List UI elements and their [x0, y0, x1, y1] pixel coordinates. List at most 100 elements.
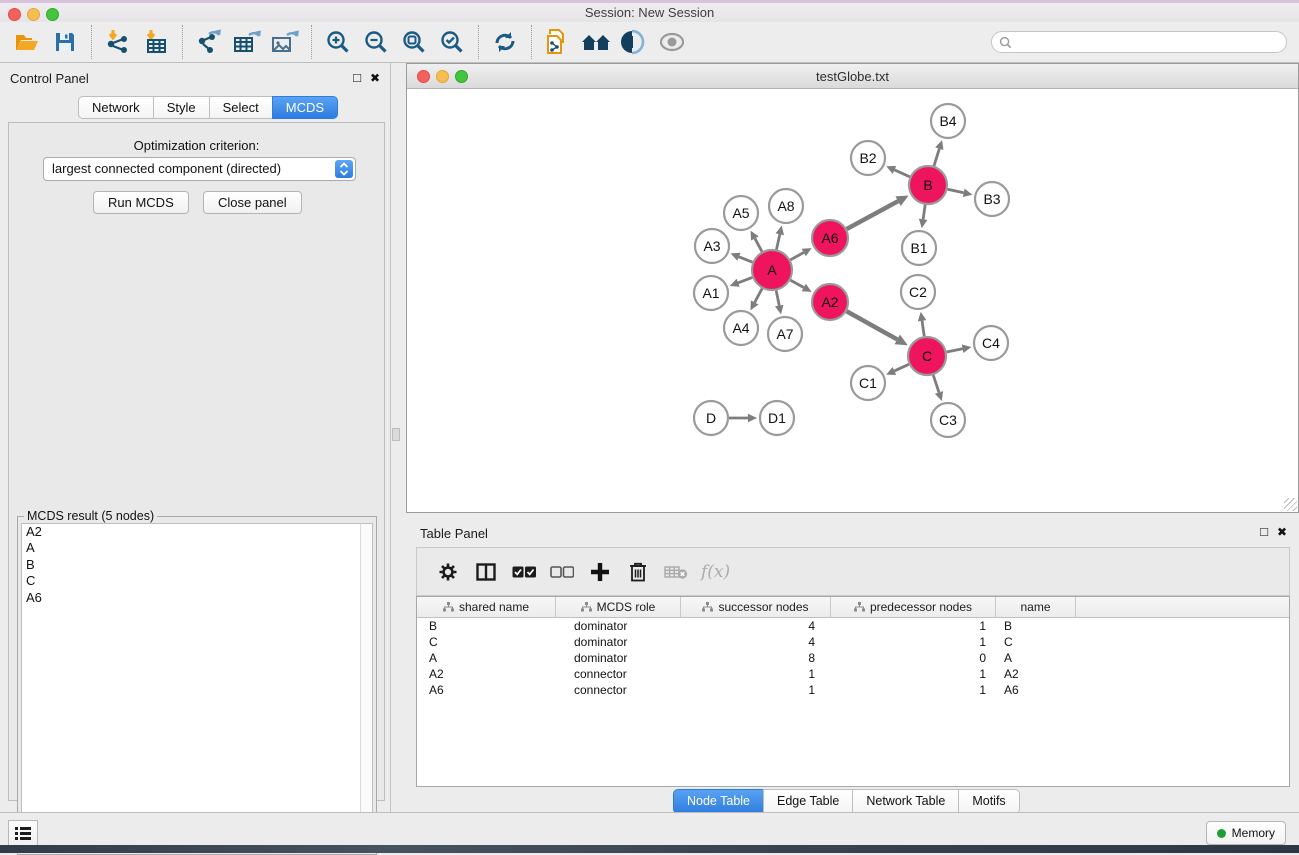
zoom-window-button[interactable]: [46, 8, 59, 21]
zoom-fit-icon[interactable]: [395, 24, 433, 60]
float-panel-icon[interactable]: ☐: [352, 72, 362, 85]
column-header-name[interactable]: name: [996, 597, 1076, 617]
mcds-result-item[interactable]: A6: [22, 590, 360, 606]
zoom-network-button[interactable]: [455, 70, 468, 83]
table-cell[interactable]: A2: [417, 666, 556, 682]
graph-edge-A2-C[interactable]: [847, 311, 898, 339]
search-field[interactable]: [991, 31, 1287, 53]
graph-edge-A-A3[interactable]: [739, 257, 753, 262]
graph-edge-A-A7[interactable]: [776, 291, 779, 306]
graph-edge-A-A1[interactable]: [738, 277, 752, 282]
zoom-selected-icon[interactable]: [433, 24, 471, 60]
table-cell[interactable]: A6: [996, 682, 1076, 698]
table-row[interactable]: Bdominator41B: [417, 618, 1289, 634]
splitter-grip[interactable]: [392, 428, 400, 441]
graph-edge-A-A8[interactable]: [776, 234, 779, 249]
table-cell[interactable]: A6: [417, 682, 556, 698]
tab-network-table[interactable]: Network Table: [852, 789, 959, 814]
table-cell[interactable]: 1: [831, 634, 996, 650]
add-column-icon[interactable]: [583, 555, 617, 589]
graph-edge-C-C4[interactable]: [947, 349, 963, 352]
table-cell[interactable]: 8: [681, 650, 831, 666]
tab-network[interactable]: Network: [78, 96, 154, 119]
graph-edge-A6-B[interactable]: [847, 201, 898, 229]
export-table-icon[interactable]: [228, 24, 266, 60]
zoom-in-icon[interactable]: [319, 24, 357, 60]
mcds-result-item[interactable]: B: [22, 557, 360, 573]
column-header-predecessor-nodes[interactable]: predecessor nodes: [831, 597, 996, 617]
table-cell[interactable]: 1: [681, 666, 831, 682]
column-header-MCDS-role[interactable]: MCDS role: [556, 597, 681, 617]
new-network-from-selection-icon[interactable]: [539, 24, 577, 60]
import-network-icon[interactable]: [99, 24, 137, 60]
table-cell[interactable]: C: [417, 634, 556, 650]
table-cell[interactable]: dominator: [556, 634, 681, 650]
tab-motifs[interactable]: Motifs: [958, 789, 1019, 814]
select-all-columns-icon[interactable]: [507, 555, 541, 589]
result-list-scrollbar[interactable]: [360, 523, 373, 851]
criterion-select[interactable]: largest connected component (directed): [43, 157, 356, 181]
table-cell[interactable]: connector: [556, 666, 681, 682]
table-cell[interactable]: A: [417, 650, 556, 666]
table-cell[interactable]: A: [996, 650, 1076, 666]
graph-edge-C-C3[interactable]: [933, 375, 939, 392]
table-cell[interactable]: 1: [831, 666, 996, 682]
tab-mcds[interactable]: MCDS: [272, 96, 338, 119]
table-row[interactable]: A6connector11A6: [417, 682, 1289, 698]
table-cell[interactable]: dominator: [556, 650, 681, 666]
search-input[interactable]: [1016, 35, 1266, 49]
memory-button[interactable]: Memory: [1206, 821, 1286, 845]
window-resize-grip[interactable]: [1284, 498, 1297, 511]
table-cell[interactable]: 1: [681, 682, 831, 698]
graph-edge-B-B4[interactable]: [934, 149, 939, 166]
apply-layout-icon[interactable]: [486, 24, 524, 60]
close-panel-icon[interactable]: ✖: [1277, 525, 1287, 539]
table-cell[interactable]: 4: [681, 634, 831, 650]
minimize-network-button[interactable]: [436, 70, 449, 83]
graph-edge-A-A5[interactable]: [755, 238, 762, 251]
run-mcds-button[interactable]: Run MCDS: [93, 191, 189, 214]
table-cell[interactable]: dominator: [556, 618, 681, 634]
graph-edge-B-B2[interactable]: [894, 170, 909, 177]
graph-edge-B-B1[interactable]: [923, 205, 925, 219]
table-cell[interactable]: B: [996, 618, 1076, 634]
graph-edge-B-B3[interactable]: [948, 189, 964, 193]
first-neighbors-icon[interactable]: [577, 24, 615, 60]
table-cell[interactable]: B: [417, 618, 556, 634]
tab-node-table[interactable]: Node Table: [673, 789, 764, 814]
tab-select[interactable]: Select: [209, 96, 273, 119]
table-cell[interactable]: C: [996, 634, 1076, 650]
table-row[interactable]: Cdominator41C: [417, 634, 1289, 650]
unselect-all-columns-icon[interactable]: [545, 555, 579, 589]
network-canvas[interactable]: B4B2BB3A8A5A6A3B1AA1C2A2A4A7C4CC1C3DD1: [407, 89, 1298, 513]
delete-columns-icon[interactable]: [621, 555, 655, 589]
close-panel-button[interactable]: Close panel: [203, 191, 302, 214]
save-session-icon[interactable]: [46, 24, 84, 60]
table-cell[interactable]: 4: [681, 618, 831, 634]
table-cell[interactable]: A2: [996, 666, 1076, 682]
graph-edge-A-A4[interactable]: [755, 289, 762, 303]
graphics-details-icon[interactable]: [615, 24, 653, 60]
split-panel-icon[interactable]: [469, 555, 503, 589]
graph-edge-A-A2[interactable]: [790, 280, 803, 287]
tab-edge-table[interactable]: Edge Table: [763, 789, 853, 814]
float-panel-icon[interactable]: ☐: [1259, 526, 1269, 539]
minimize-window-button[interactable]: [27, 8, 40, 21]
tab-style[interactable]: Style: [153, 96, 210, 119]
table-settings-icon[interactable]: [431, 555, 465, 589]
table-cell[interactable]: connector: [556, 682, 681, 698]
table-cell[interactable]: 1: [831, 682, 996, 698]
close-network-button[interactable]: [417, 70, 430, 83]
export-image-icon[interactable]: [266, 24, 304, 60]
table-cell[interactable]: 1: [831, 618, 996, 634]
mcds-result-list[interactable]: A2ABCA6: [21, 523, 360, 851]
network-window-titlebar[interactable]: testGlobe.txt: [407, 64, 1298, 89]
zoom-out-icon[interactable]: [357, 24, 395, 60]
mcds-result-item[interactable]: A2: [22, 524, 360, 540]
close-panel-icon[interactable]: ✖: [370, 71, 380, 85]
column-header-successor-nodes[interactable]: successor nodes: [681, 597, 831, 617]
table-row[interactable]: A2connector11A2: [417, 666, 1289, 682]
table-cell[interactable]: 0: [831, 650, 996, 666]
open-session-icon[interactable]: [8, 24, 46, 60]
import-table-icon[interactable]: [137, 24, 175, 60]
